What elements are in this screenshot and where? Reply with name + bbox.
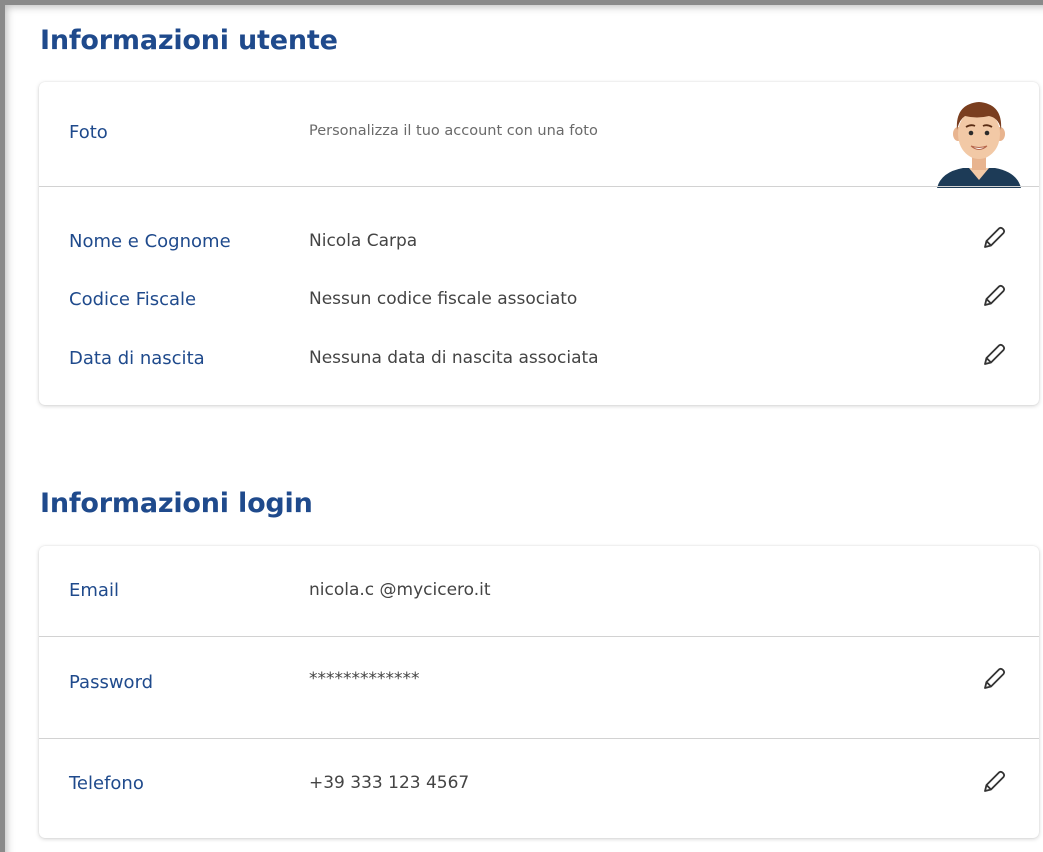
photo-divider (39, 186, 1039, 187)
login-info-heading: Informazioni login (40, 488, 313, 519)
password-label: Password (69, 672, 154, 693)
pencil-icon[interactable] (979, 666, 1007, 694)
password-row: Password ************* (39, 637, 1039, 738)
birth-date-label: Data di nascita (69, 348, 205, 369)
email-label: Email (69, 580, 119, 601)
phone-row: Telefono +39 333 123 4567 (39, 739, 1039, 838)
pencil-icon[interactable] (979, 342, 1007, 370)
fiscal-code-row: Codice Fiscale Nessun codice fiscale ass… (39, 280, 1039, 320)
photo-label: Foto (69, 122, 108, 143)
name-value: Nicola Carpa (309, 231, 418, 251)
pencil-icon[interactable] (979, 225, 1007, 253)
birth-date-value: Nessuna data di nascita associata (309, 348, 599, 368)
page-frame: Informazioni utente Foto Personalizza il… (0, 0, 1043, 852)
name-label: Nome e Cognome (69, 231, 231, 252)
fiscal-code-label: Codice Fiscale (69, 289, 197, 310)
phone-value: +39 333 123 4567 (309, 773, 470, 793)
name-row: Nome e Cognome Nicola Carpa (39, 222, 1039, 262)
user-info-heading: Informazioni utente (40, 25, 338, 56)
pencil-icon[interactable] (979, 769, 1007, 797)
photo-row[interactable]: Foto Personalizza il tuo account con una… (39, 82, 1039, 188)
phone-label: Telefono (69, 773, 144, 794)
email-row: Email nicola.c @mycicero.it (39, 546, 1039, 636)
avatar-icon[interactable] (929, 88, 1029, 188)
user-info-card: Foto Personalizza il tuo account con una… (39, 82, 1039, 405)
fiscal-code-value: Nessun codice fiscale associato (309, 289, 578, 309)
email-value: nicola.c @mycicero.it (309, 580, 491, 600)
password-value: ************* (309, 669, 420, 689)
pencil-icon[interactable] (979, 283, 1007, 311)
photo-description: Personalizza il tuo account con una foto (309, 123, 598, 139)
birth-date-row: Data di nascita Nessuna data di nascita … (39, 339, 1039, 379)
login-info-card: Email nicola.c @mycicero.it Password ***… (39, 546, 1039, 838)
